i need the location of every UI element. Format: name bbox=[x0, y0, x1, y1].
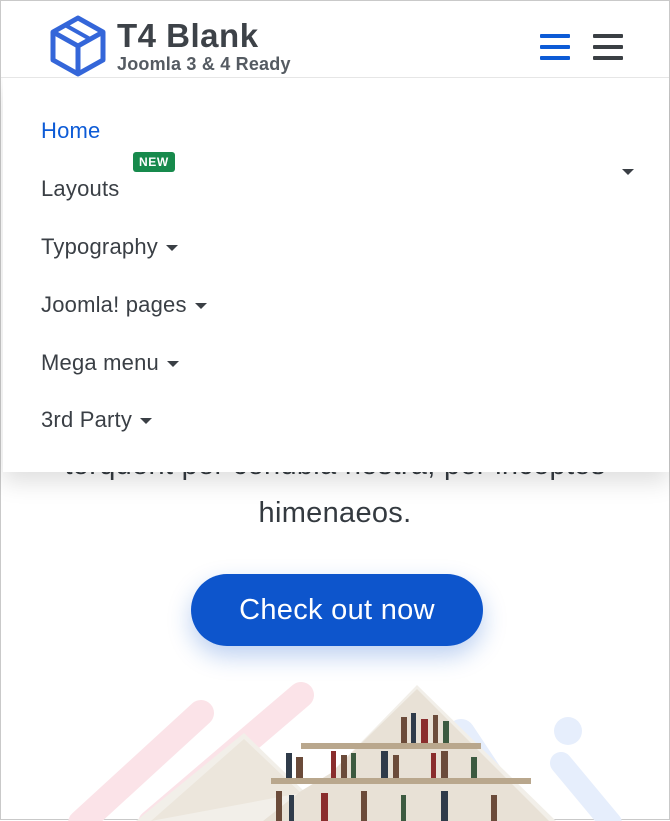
site-header: T4 Blank Joomla 3 & 4 Ready bbox=[1, 1, 669, 78]
nav-item-label: Joomla! pages bbox=[41, 292, 187, 317]
nav-item-home[interactable]: Home bbox=[41, 118, 101, 144]
new-badge: NEW bbox=[133, 152, 175, 172]
caret-down-icon bbox=[166, 361, 179, 367]
hamburger-icon-bar bbox=[593, 34, 623, 38]
nav-item-typography[interactable]: Typography bbox=[41, 234, 178, 260]
nav-item-3rd-party[interactable]: 3rd Party bbox=[41, 407, 153, 433]
menu-toggle-button[interactable] bbox=[540, 34, 570, 60]
cube-logo-icon bbox=[50, 15, 106, 77]
nav-item-label: Layouts bbox=[41, 176, 120, 201]
hamburger-icon-bar bbox=[540, 56, 570, 60]
nav-item-label: 3rd Party bbox=[41, 407, 133, 432]
caret-down-icon bbox=[140, 418, 153, 424]
hamburger-icon-bar bbox=[593, 56, 623, 60]
layouts-dropdown-caret-icon[interactable] bbox=[622, 169, 634, 175]
hero-text-line: himenaeos. bbox=[258, 497, 412, 529]
hamburger-icon-bar bbox=[540, 34, 570, 38]
site-logo[interactable]: T4 Blank Joomla 3 & 4 Ready bbox=[49, 15, 291, 77]
check-out-now-button[interactable]: Check out now bbox=[191, 574, 483, 646]
logo-title: T4 Blank bbox=[117, 17, 259, 54]
hamburger-icon-bar bbox=[540, 45, 570, 49]
logo-subtitle: Joomla 3 & 4 Ready bbox=[117, 54, 291, 74]
nav-item-mega-menu[interactable]: Mega menu bbox=[41, 350, 179, 376]
nav-item-layouts[interactable]: Layouts NEW bbox=[41, 152, 175, 202]
nav-item-label: Mega menu bbox=[41, 350, 159, 375]
nav-item-joomla-pages[interactable]: Joomla! pages bbox=[41, 292, 207, 318]
caret-down-icon bbox=[165, 245, 178, 251]
hero-illustration bbox=[68, 682, 622, 821]
offcanvas-toggle-button[interactable] bbox=[593, 34, 623, 60]
nav-item-label: Home bbox=[41, 118, 101, 143]
nav-item-label: Typography bbox=[41, 234, 158, 259]
caret-down-icon bbox=[194, 303, 207, 309]
mobile-nav-menu: Home Layouts NEW Typography Joomla! page… bbox=[3, 78, 669, 472]
hamburger-icon-bar bbox=[593, 45, 623, 49]
